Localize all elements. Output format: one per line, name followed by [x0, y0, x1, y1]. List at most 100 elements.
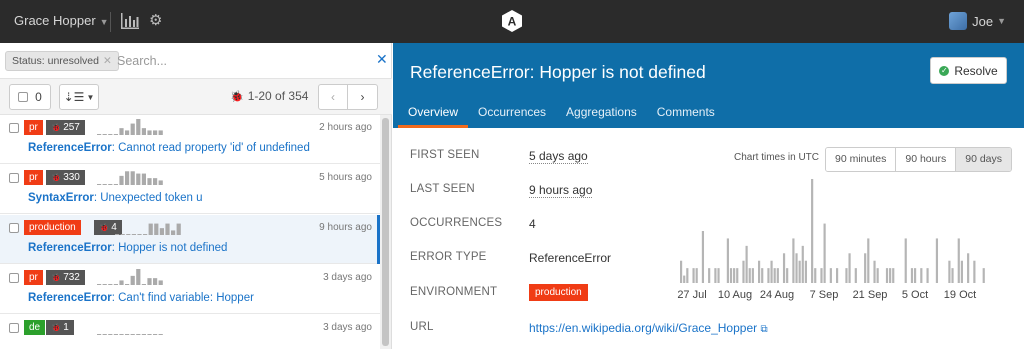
chart-bar[interactable]	[726, 238, 729, 283]
chart-bar[interactable]	[889, 268, 892, 283]
user-menu[interactable]: Joe ▼	[949, 12, 1006, 30]
chart-bar[interactable]	[692, 268, 695, 283]
chart-bar[interactable]	[926, 268, 929, 283]
chart-bar[interactable]	[717, 268, 720, 283]
remove-filter-icon[interactable]: ✕	[103, 55, 112, 67]
chart-bar[interactable]	[848, 253, 851, 283]
chart-bar[interactable]	[776, 268, 779, 283]
chart-bar[interactable]	[736, 268, 739, 283]
previous-page-button[interactable]: ‹	[318, 84, 348, 110]
chart-bar[interactable]	[804, 260, 807, 283]
row-checkbox[interactable]	[9, 123, 19, 133]
chart-bar[interactable]	[920, 268, 923, 283]
chart-bar[interactable]	[683, 275, 686, 283]
first-seen-value[interactable]: 5 days ago	[529, 149, 588, 164]
chart-bar[interactable]	[845, 268, 848, 283]
chart-bar[interactable]	[767, 268, 770, 283]
chart-bar[interactable]	[758, 260, 761, 283]
chart-bar[interactable]	[854, 268, 857, 283]
chart-bar[interactable]	[751, 268, 754, 283]
chart-bar[interactable]	[867, 238, 870, 283]
chart-bar[interactable]	[973, 260, 976, 283]
error-list-item[interactable]: pr 🐞 257 2 hours ago ReferenceError: Cannot…	[0, 115, 380, 164]
chart-bar[interactable]	[714, 268, 717, 283]
chart-bar[interactable]	[729, 268, 733, 283]
scrollbar-thumb[interactable]	[382, 118, 389, 346]
select-all-button[interactable]: 0	[9, 84, 51, 110]
app-logo-icon[interactable]: A	[500, 9, 524, 33]
chart-bar[interactable]	[876, 268, 879, 283]
chart-bar[interactable]	[885, 268, 889, 283]
chart-bar[interactable]	[982, 268, 985, 283]
clear-search-icon[interactable]: ✕	[376, 51, 388, 68]
tab-aggregations[interactable]: Aggregations	[556, 105, 647, 128]
project-selector[interactable]: Grace Hopper ▼	[14, 13, 109, 28]
chart-bar[interactable]	[820, 268, 823, 283]
chart-bar[interactable]	[967, 253, 970, 283]
error-title-link[interactable]: SyntaxError: Unexpected token u	[28, 192, 203, 204]
chart-bar[interactable]	[680, 260, 683, 283]
tab-comments[interactable]: Comments	[647, 105, 725, 128]
chart-bar[interactable]	[686, 268, 689, 283]
chart-bar[interactable]	[792, 238, 795, 283]
error-title-link[interactable]: ReferenceError: Hopper is not defined	[28, 242, 227, 254]
chart-bar[interactable]	[829, 268, 832, 283]
url-link[interactable]: https://en.wikipedia.org/wiki/Grace_Hopp…	[529, 321, 768, 335]
chart-bar[interactable]	[801, 245, 804, 283]
chart-bar[interactable]	[782, 253, 786, 283]
bar-chart-icon[interactable]	[121, 13, 139, 29]
chart-bar[interactable]	[873, 260, 876, 283]
chart-bar[interactable]	[795, 253, 798, 283]
chart-bar[interactable]	[786, 268, 789, 283]
range-90-hours[interactable]: 90 hours	[896, 148, 957, 171]
status-filter-chip[interactable]: Status: unresolved ✕	[5, 51, 119, 71]
chart-bar[interactable]	[770, 260, 773, 283]
row-checkbox[interactable]	[9, 173, 19, 183]
chart-bar[interactable]	[823, 223, 826, 283]
chart-bar[interactable]	[910, 268, 914, 283]
chart-bar[interactable]	[745, 245, 748, 283]
error-list-item[interactable]: production 🐞 49 hours ago ReferenceError: …	[0, 215, 380, 264]
sparkline-bar	[176, 223, 181, 235]
error-list-item[interactable]: de 🐞 13 days ago	[0, 315, 380, 349]
gear-icon[interactable]: ⚙	[149, 11, 162, 29]
range-90-minutes[interactable]: 90 minutes	[826, 148, 897, 171]
chart-bar[interactable]	[773, 268, 776, 283]
tab-overview[interactable]: Overview	[398, 105, 469, 128]
last-seen-value[interactable]: 9 hours ago	[529, 183, 593, 198]
error-list-item[interactable]: pr 🐞 330 5 hours ago SyntaxError: Unexpecte…	[0, 165, 380, 214]
row-checkbox[interactable]	[9, 273, 19, 283]
chart-bar[interactable]	[798, 260, 801, 283]
scrollbar[interactable]	[380, 115, 391, 349]
chart-bar[interactable]	[948, 260, 951, 283]
next-page-button[interactable]: ›	[347, 84, 378, 110]
range-90-days[interactable]: 90 days	[956, 148, 1012, 171]
chart-bar[interactable]	[904, 238, 907, 283]
chart-bar[interactable]	[695, 268, 698, 283]
row-checkbox[interactable]	[9, 323, 19, 333]
chart-bar[interactable]	[935, 238, 939, 283]
chart-bar[interactable]	[701, 231, 705, 283]
chart-bar[interactable]	[957, 238, 960, 283]
error-title-link[interactable]: ReferenceError: Can't find variable: Hop…	[28, 292, 254, 304]
resolve-button[interactable]: ✓ Resolve	[930, 57, 1007, 84]
chart-bar[interactable]	[811, 179, 814, 283]
chart-bar[interactable]	[814, 268, 817, 283]
error-list-item[interactable]: pr 🐞 732 3 days ago ReferenceError: Can't f…	[0, 265, 380, 314]
chart-bar[interactable]	[761, 268, 764, 283]
chart-bar[interactable]	[733, 268, 736, 283]
chart-bar[interactable]	[708, 268, 711, 283]
chart-bar[interactable]	[748, 268, 751, 283]
chart-bar[interactable]	[836, 268, 839, 283]
sort-button[interactable]: ⇣☰ ▼	[59, 84, 99, 110]
error-title-link[interactable]: ReferenceError: Cannot read property 'id…	[28, 142, 310, 154]
chart-bar[interactable]	[914, 268, 917, 283]
search-input[interactable]	[117, 52, 357, 70]
chart-bar[interactable]	[951, 268, 954, 283]
chart-bar[interactable]	[960, 260, 963, 283]
chart-bar[interactable]	[892, 268, 895, 283]
tab-occurrences[interactable]: Occurrences	[468, 105, 556, 128]
chart-bar[interactable]	[864, 253, 867, 283]
row-checkbox[interactable]	[9, 223, 19, 233]
chart-bar[interactable]	[742, 260, 745, 283]
